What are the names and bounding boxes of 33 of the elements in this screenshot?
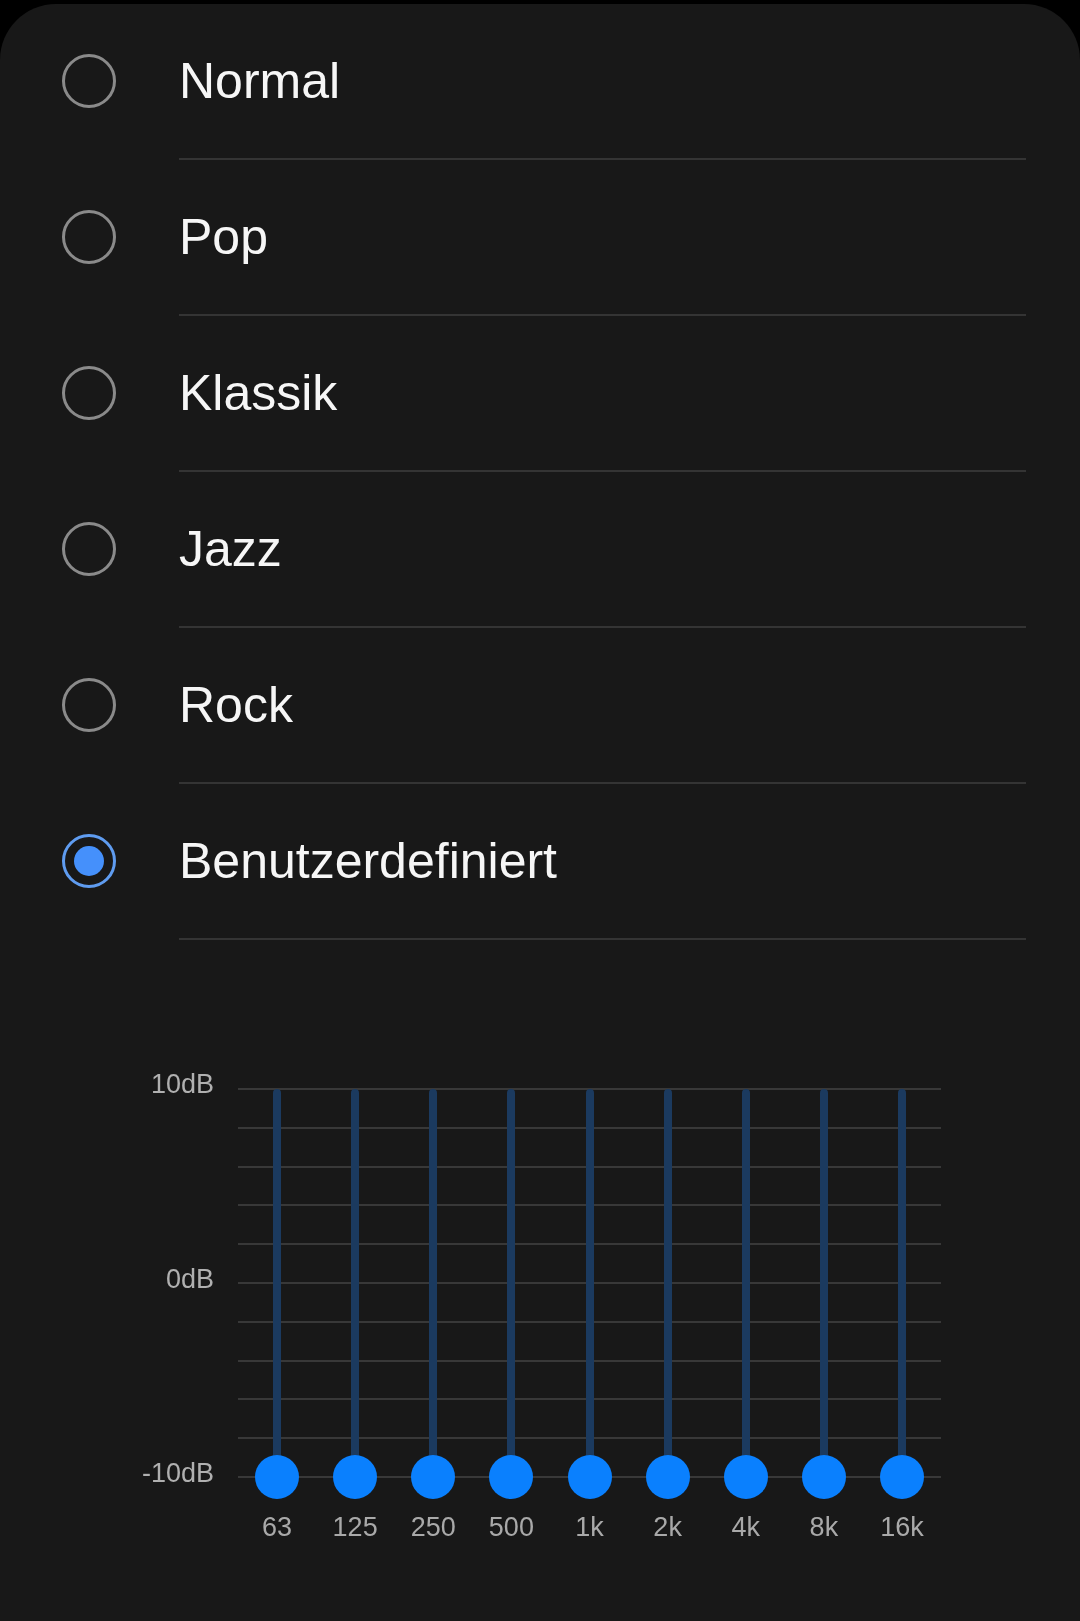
radio-button[interactable] <box>62 366 116 420</box>
frequency-label: 250 <box>410 1512 456 1542</box>
slider-thumb[interactable] <box>489 1455 534 1499</box>
frequency-label: 63 <box>261 1512 292 1542</box>
radio-button[interactable] <box>62 522 116 576</box>
decibel-label: -10dB <box>141 1458 214 1488</box>
slider-thumb[interactable] <box>411 1455 456 1499</box>
option-label[interactable]: Benutzerdefiniert <box>179 831 557 891</box>
slider-thumb[interactable] <box>255 1455 299 1499</box>
radio-button[interactable] <box>62 834 116 888</box>
option-label[interactable]: Normal <box>179 51 341 111</box>
frequency-label: 4k <box>731 1512 760 1542</box>
frequency-label: 2k <box>653 1512 682 1542</box>
frequency-label: 8k <box>809 1512 839 1542</box>
decibel-label: 0dB <box>165 1263 214 1294</box>
frequency-label: 500 <box>488 1512 534 1542</box>
option-label[interactable]: Jazz <box>179 519 282 579</box>
option-label[interactable]: Klassik <box>179 363 338 423</box>
slider-thumb[interactable] <box>723 1455 768 1499</box>
slider-thumb[interactable] <box>567 1455 612 1499</box>
slider-thumb[interactable] <box>880 1455 924 1499</box>
option-label[interactable]: Pop <box>179 207 268 267</box>
option-label[interactable]: Rock <box>179 675 293 735</box>
slider-thumb[interactable] <box>801 1455 846 1499</box>
slider-thumb[interactable] <box>333 1455 378 1499</box>
frequency-label: 16k <box>880 1512 924 1542</box>
slider-thumb[interactable] <box>645 1455 690 1499</box>
decibel-label: 10dB <box>150 1069 214 1099</box>
radio-button[interactable] <box>62 210 116 264</box>
frequency-label: 1k <box>575 1512 604 1542</box>
radio-button[interactable] <box>62 54 116 108</box>
frequency-label: 125 <box>332 1512 378 1542</box>
radio-button[interactable] <box>62 678 116 732</box>
